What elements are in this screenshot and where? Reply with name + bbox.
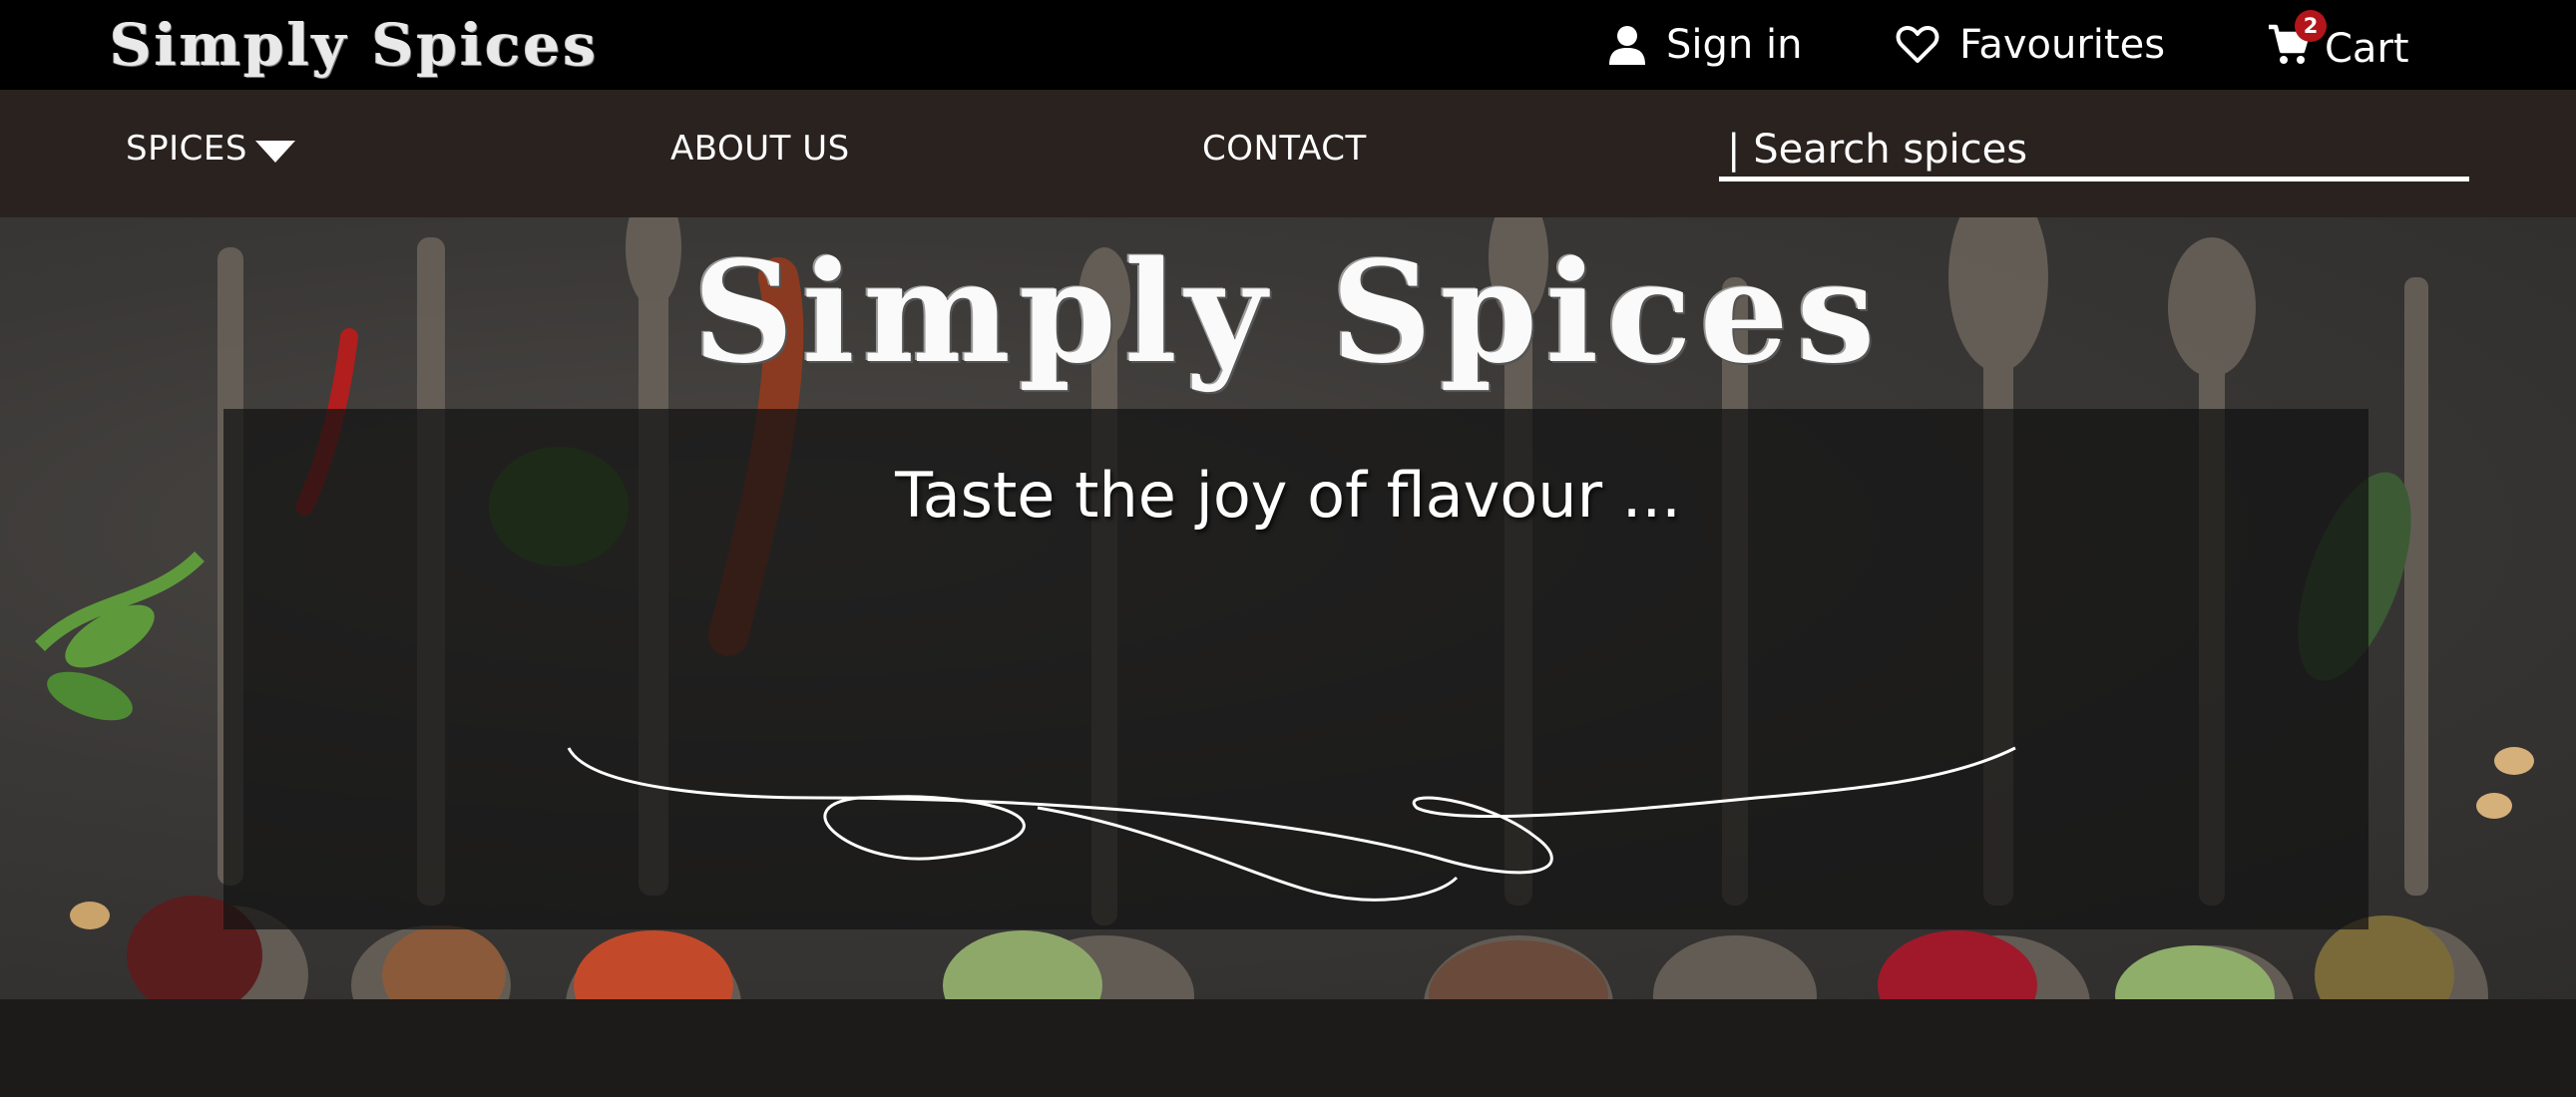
top-bar: Simply Spices Sign in Favourites 2 Cart [0, 0, 2576, 90]
hero-tagline: Taste the joy of flavour ... [895, 459, 1681, 532]
main-nav: SPICES ABOUT US CONTACT [0, 90, 2576, 217]
nav-spices-dropdown[interactable]: SPICES [126, 90, 295, 207]
search-box [1719, 122, 2469, 182]
favourites-link[interactable]: Favourites [1896, 0, 2165, 90]
cart-count-badge: 2 [2295, 10, 2327, 42]
shopping-cart-icon: 2 [2267, 10, 2327, 66]
cart-link[interactable]: 2 Cart [2267, 0, 2409, 90]
nav-spices-label: SPICES [126, 129, 247, 169]
sign-in-link[interactable]: Sign in [1608, 0, 1802, 90]
favourites-label: Favourites [1959, 22, 2166, 68]
nav-contact[interactable]: CONTACT [1202, 90, 1367, 207]
cart-label: Cart [2325, 26, 2409, 72]
brand-logo[interactable]: Simply Spices [110, 2, 599, 88]
hero-title: Simply Spices [692, 231, 1884, 395]
person-icon [1608, 25, 1646, 65]
nav-about-us[interactable]: ABOUT US [670, 90, 850, 207]
decorative-flourish [567, 746, 2016, 902]
search-input[interactable] [1719, 122, 2469, 177]
heart-outline-icon [1896, 25, 1939, 65]
caret-down-icon [254, 141, 295, 163]
sign-in-label: Sign in [1666, 22, 1803, 68]
